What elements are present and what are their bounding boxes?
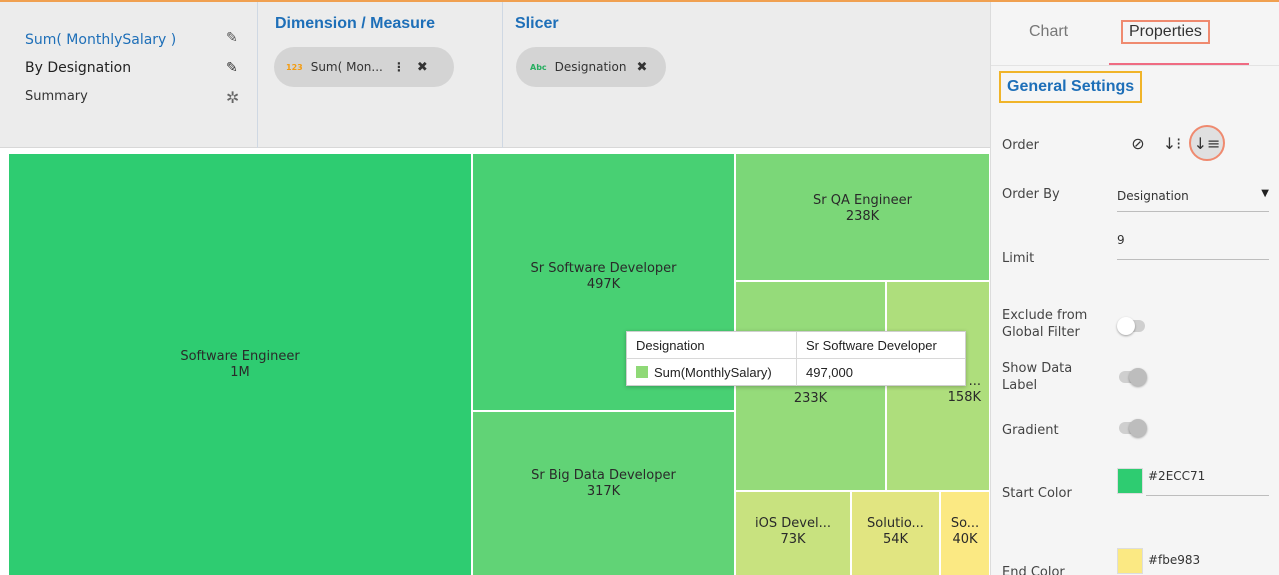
chart-tooltip: Designation Sr Software Developer Sum(Mo… [626,331,966,386]
numeric-type-icon: 123 [286,62,303,72]
exclude-label-line2: Global Filter [1002,325,1080,340]
toggle-knob [1129,368,1147,386]
tooltip-measure-row: Sum(MonthlySalary) 497,000 [627,359,965,386]
no-sort-icon[interactable]: ⊘ [1121,126,1155,160]
gradient-label: Gradient [1002,423,1059,438]
close-icon[interactable]: ✖ [417,60,428,75]
field-dimension[interactable]: By Designation [25,60,131,76]
exclude-label-line1: Exclude from [1002,308,1088,323]
treemap-tile[interactable]: Sr Big Data Developer 317K [472,411,735,575]
toggle-knob [1129,419,1147,437]
treemap-tile[interactable]: ... 158K [886,281,990,491]
start-color-value[interactable]: #2ECC71 [1148,469,1205,483]
show-data-label-line1: Show Data [1002,361,1073,376]
app-root: Sum( MonthlySalary ) ✎ By Designation ✎ … [0,0,1279,575]
tile-label: ... [968,374,981,389]
tooltip-header-row: Designation Sr Software Developer [627,332,965,359]
start-color-swatch[interactable] [1117,468,1143,494]
tile-value: 497K [586,277,621,292]
close-icon[interactable]: ✖ [636,60,647,75]
exclude-global-filter-toggle[interactable] [1117,317,1145,335]
exclude-global-filter-label: Exclude from Global Filter [1002,307,1087,341]
chevron-down-icon[interactable]: ▼ [1261,188,1269,199]
end-color-value[interactable]: #fbe983 [1148,553,1200,567]
tile-label: Sr Software Developer [530,261,677,276]
show-data-label-line2: Label [1002,378,1038,393]
dimension-measure-section: Dimension / Measure 123 Sum( Mon... ⋮ ✖ [258,2,503,148]
more-options-icon[interactable]: ⋮ [393,60,405,74]
limit-label: Limit [1002,251,1035,266]
slicer-pill-label: Designation [554,60,627,74]
tabs-divider [991,65,1279,66]
gear-icon[interactable]: ✲ [226,88,239,107]
order-options: ⊘ ↓⁝ ↓≡ [1121,125,1225,161]
fields-section: Sum( MonthlySalary ) ✎ By Designation ✎ … [0,2,258,148]
tile-label: Solutio... [867,516,924,531]
treemap-tile[interactable]: Sr QA Engineer 238K [735,153,990,281]
measure-pill-label: Sum( Mon... [310,60,383,74]
order-by-value: Designation [1117,189,1189,203]
limit-input[interactable]: 9 [1117,230,1269,260]
tooltip-key: Sum(MonthlySalary) [627,359,797,386]
show-data-label-label: Show Data Label [1002,360,1072,394]
order-by-select[interactable]: Designation ▼ [1117,186,1269,212]
tooltip-measure-label: Sum(MonthlySalary) [654,365,772,380]
end-color-label: End Color [1002,565,1065,575]
edit-pencil-icon[interactable]: ✎ [226,60,238,76]
order-by-label: Order By [1002,187,1060,202]
slicer-section: Slicer Abc Designation ✖ [503,2,990,148]
tile-value: 233K [793,391,828,406]
treemap-tile[interactable]: So... 40K [940,491,990,575]
tile-label: Software Engineer [180,349,300,364]
tile-value: 54K [882,532,909,547]
slicer-pill[interactable]: Abc Designation ✖ [516,47,666,87]
tile-label: Sr QA Engineer [813,193,912,208]
treemap-tile[interactable]: 233K [735,281,886,491]
tooltip-key: Designation [627,332,797,359]
show-data-label-toggle[interactable] [1119,368,1147,386]
tile-label: So... [950,516,980,531]
measure-pill[interactable]: 123 Sum( Mon... ⋮ ✖ [274,47,454,87]
treemap-tile[interactable]: Software Engineer 1M [8,153,472,575]
general-settings-title[interactable]: General Settings [999,71,1143,103]
field-summary[interactable]: Summary [25,89,88,104]
tile-label: Sr Big Data Developer [531,468,676,483]
tooltip-value: 497,000 [806,365,853,380]
sort-descending-icon[interactable]: ↓≡ [1189,125,1225,161]
gradient-toggle[interactable] [1119,419,1147,437]
field-measure[interactable]: Sum( MonthlySalary ) [25,32,176,48]
tile-label: iOS Devel... [755,516,831,531]
tile-value: 1M [230,365,250,380]
dimension-measure-title: Dimension / Measure [275,15,436,32]
tile-value: 40K [952,532,978,547]
tile-value: 317K [586,484,621,499]
end-color-swatch[interactable] [1117,548,1143,574]
start-color-underline [1146,495,1269,496]
slicer-title: Slicer [515,15,559,32]
tab-chart[interactable]: Chart [1029,23,1068,41]
tile-value: 238K [845,209,880,224]
sort-ascending-icon[interactable]: ↓⁝ [1155,126,1189,160]
tile-value: 158K [947,390,981,405]
toggle-knob [1117,317,1135,335]
tooltip-value: Sr Software Developer [806,338,937,353]
properties-panel: Chart Properties General Settings Order … [990,2,1279,575]
text-type-icon: Abc [530,62,547,72]
series-swatch [636,366,648,378]
treemap-tile[interactable]: Solutio... 54K [851,491,940,575]
tab-properties[interactable]: Properties [1121,20,1210,44]
tile-value: 73K [780,532,806,547]
order-label: Order [1002,138,1039,153]
treemap-tile[interactable]: iOS Devel... 73K [735,491,851,575]
chart-config-panel: Sum( MonthlySalary ) ✎ By Designation ✎ … [0,2,990,148]
edit-pencil-icon[interactable]: ✎ [226,30,238,46]
start-color-label: Start Color [1002,486,1072,501]
